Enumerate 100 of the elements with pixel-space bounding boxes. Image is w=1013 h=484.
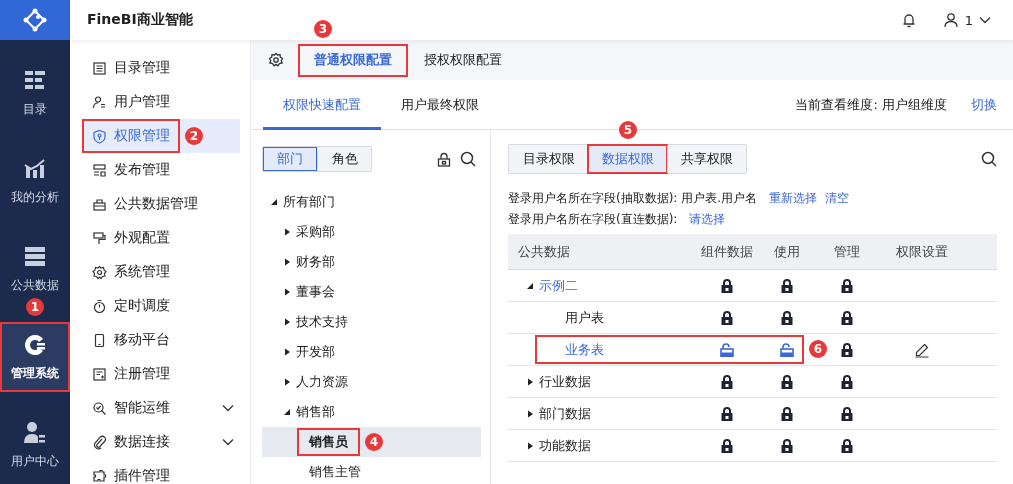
lock-icon[interactable]	[437, 151, 451, 167]
tree-item[interactable]: 人力资源	[262, 367, 481, 397]
user-menu[interactable]: 1	[942, 12, 991, 28]
link[interactable]: 清空	[825, 190, 850, 207]
edit-icon[interactable]	[914, 341, 930, 358]
rail-item[interactable]: 用户中心	[0, 410, 70, 480]
link[interactable]: 重新选择	[769, 190, 818, 207]
link[interactable]: 请选择	[689, 211, 726, 228]
expanded-arrow-icon[interactable]	[283, 408, 291, 416]
menu-item[interactable]: 公共数据管理	[82, 187, 240, 221]
layout-icon	[92, 162, 107, 178]
expanded-arrow-icon[interactable]	[270, 198, 278, 206]
tree-item[interactable]: 销售主管	[262, 457, 481, 484]
table-cell[interactable]: 功能数据	[539, 436, 591, 455]
lock-icon[interactable]	[781, 438, 793, 453]
lock-icon[interactable]	[781, 406, 793, 421]
menu-item[interactable]: 目录管理	[82, 51, 240, 85]
search-icon[interactable]	[981, 151, 997, 167]
menu-item[interactable]: 智能运维	[82, 391, 240, 425]
menu-item[interactable]: 系统管理	[82, 255, 240, 289]
segment-button[interactable]: 共享权限	[667, 145, 746, 173]
chart-icon	[23, 156, 47, 181]
switch-link[interactable]: 切换	[971, 95, 997, 114]
table-cell[interactable]: 用户表	[565, 308, 604, 327]
segment-button[interactable]: 角色	[317, 147, 371, 171]
lock-icon[interactable]	[781, 278, 793, 293]
collapsed-arrow-icon[interactable]	[526, 441, 534, 450]
collapsed-arrow-icon[interactable]	[283, 378, 291, 386]
menu-item[interactable]: 插件管理	[82, 459, 240, 484]
user-icon	[23, 420, 47, 445]
lock-icon[interactable]	[781, 310, 793, 325]
segment-button[interactable]: 目录权限	[509, 145, 588, 173]
collapsed-arrow-icon[interactable]	[526, 377, 534, 386]
collapsed-arrow-icon[interactable]	[526, 409, 534, 418]
logo-icon	[23, 8, 47, 32]
menu-item[interactable]: 外观配置	[82, 221, 240, 255]
search-icon[interactable]	[460, 151, 476, 167]
menu-item[interactable]: 发布管理	[82, 153, 240, 187]
menu-item[interactable]: 移动平台	[82, 323, 240, 357]
menu-item[interactable]: 数据连接	[82, 425, 240, 459]
collapsed-arrow-icon[interactable]	[283, 348, 291, 356]
chevron-down-icon	[222, 404, 234, 412]
unlocked-lock-icon[interactable]	[720, 342, 734, 357]
column-header: 组件数据	[700, 242, 754, 261]
chevron-down-icon	[979, 16, 991, 24]
collapsed-arrow-icon[interactable]	[283, 258, 291, 266]
expanded-arrow-icon[interactable]	[526, 281, 534, 290]
segment-button[interactable]: 部门	[263, 147, 317, 171]
rail-item[interactable]: 目录	[0, 58, 70, 128]
shield-icon	[92, 128, 107, 144]
lock-icon[interactable]	[721, 310, 733, 325]
table-cell[interactable]: 业务表	[565, 340, 604, 359]
settings-icon[interactable]	[268, 52, 284, 68]
tab[interactable]: 权限快速配置	[263, 79, 381, 130]
menu-item[interactable]: 用户管理	[82, 85, 240, 119]
menu-item[interactable]: 定时调度	[82, 289, 240, 323]
tab[interactable]: 用户最终权限	[381, 79, 499, 130]
step-badge: 1	[26, 298, 44, 316]
settings-icon	[92, 264, 107, 280]
lock-icon[interactable]	[721, 374, 733, 389]
tree-item[interactable]: 财务部	[262, 247, 481, 277]
column-header: 管理	[833, 242, 861, 261]
lock-icon[interactable]	[721, 278, 733, 293]
lock-icon[interactable]	[841, 406, 853, 421]
unlocked-lock-icon[interactable]	[780, 342, 794, 357]
database-icon	[23, 244, 47, 269]
tree-item[interactable]: 所有部门	[262, 187, 481, 217]
app-title: FineBI商业智能	[87, 11, 193, 29]
lock-icon[interactable]	[721, 438, 733, 453]
tree-item[interactable]: 董事会	[262, 277, 481, 307]
menu-item[interactable]: 注册管理	[82, 357, 240, 391]
collapsed-arrow-icon[interactable]	[283, 318, 291, 326]
tab[interactable]: 授权权限配置	[408, 43, 518, 77]
lock-icon[interactable]	[841, 374, 853, 389]
collapsed-arrow-icon[interactable]	[283, 228, 291, 236]
tree-item[interactable]: 销售部	[262, 397, 481, 427]
table-cell[interactable]: 示例二	[539, 276, 578, 295]
column-header: 权限设置	[895, 242, 949, 261]
lock-icon[interactable]	[841, 438, 853, 453]
table-cell[interactable]: 行业数据	[539, 372, 591, 391]
table-cell[interactable]: 部门数据	[539, 404, 591, 423]
collapsed-arrow-icon[interactable]	[283, 288, 291, 296]
rail-item[interactable]: 我的分析	[0, 146, 70, 216]
step-badge: 2	[185, 127, 203, 145]
lock-icon[interactable]	[841, 342, 853, 357]
tree-item[interactable]: 采购部	[262, 217, 481, 247]
lock-icon[interactable]	[781, 374, 793, 389]
step-badge: 5	[619, 121, 637, 139]
brush-icon	[92, 230, 107, 246]
tree-item[interactable]: 技术支持	[262, 307, 481, 337]
step-badge: 6	[809, 340, 827, 358]
tree-item[interactable]: 开发部	[262, 337, 481, 367]
menu-item[interactable]: 权限管理 2	[82, 119, 240, 153]
lock-icon[interactable]	[841, 278, 853, 293]
lock-icon[interactable]	[721, 406, 733, 421]
column-header: 公共数据	[517, 242, 571, 261]
chevron-down-icon	[222, 438, 234, 446]
lock-icon[interactable]	[841, 310, 853, 325]
form-icon	[92, 366, 107, 382]
tree-item[interactable]: 销售员 4	[262, 427, 481, 457]
